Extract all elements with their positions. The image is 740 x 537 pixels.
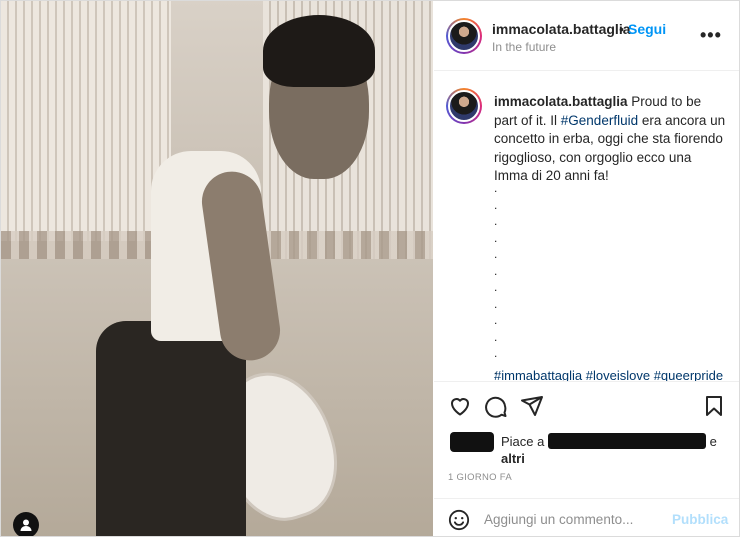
likes-line: Piace a e: [501, 433, 717, 451]
paper-plane-icon[interactable]: [520, 394, 544, 418]
caption-dot: .: [494, 181, 498, 195]
likes-others[interactable]: altri: [501, 450, 525, 468]
bookmark-icon[interactable]: [702, 394, 726, 418]
more-options-icon[interactable]: •••: [700, 25, 722, 46]
smiley-icon[interactable]: [448, 509, 470, 531]
action-bar: [434, 381, 739, 427]
header-separator: •: [619, 21, 624, 37]
photo-person-hair: [263, 15, 375, 87]
likes-prefix: Piace a: [501, 434, 545, 449]
caption-dot: .: [494, 280, 498, 294]
likes-suffix: e: [709, 434, 717, 449]
post-side-panel: immacolata.battaglia • Segui In the futu…: [434, 1, 739, 536]
tagged-user-icon[interactable]: [13, 512, 39, 536]
caption-avatar[interactable]: [446, 88, 482, 124]
caption-dot: .: [494, 230, 498, 245]
caption-dot: .: [494, 329, 498, 344]
publish-button[interactable]: Pubblica: [672, 512, 728, 527]
photo-window-blinds: [1, 1, 171, 241]
caption-text: immacolata.battaglia Proud to be part of…: [494, 93, 726, 186]
caption-dot: .: [494, 346, 498, 360]
caption-tags[interactable]: #immabattaglia #loveislove #queerpride: [494, 368, 723, 381]
caption-dots: . . . . . . . . . . . .: [494, 180, 497, 378]
caption-dot: .: [494, 313, 498, 327]
caption-area: immacolata.battaglia Proud to be part of…: [434, 72, 739, 381]
caption-dot: .: [494, 214, 498, 228]
caption-hashtag[interactable]: #Genderfluid: [561, 113, 638, 128]
comment-icon[interactable]: [484, 394, 508, 418]
follow-button[interactable]: Segui: [628, 21, 666, 37]
caption-username[interactable]: immacolata.battaglia: [494, 94, 628, 109]
comment-bar: Pubblica: [434, 498, 739, 536]
caption-dot: .: [494, 197, 498, 212]
caption-dot: .: [494, 296, 498, 311]
post-header: immacolata.battaglia • Segui In the futu…: [434, 1, 739, 71]
heart-icon[interactable]: [448, 394, 472, 418]
avatar[interactable]: [446, 18, 482, 54]
redacted-avatar: [450, 432, 494, 452]
photo-person-jeans: [96, 321, 246, 536]
post-photo[interactable]: [1, 1, 433, 536]
comment-input[interactable]: [484, 508, 664, 530]
post-location[interactable]: In the future: [492, 40, 556, 54]
header-username[interactable]: immacolata.battaglia: [492, 21, 631, 37]
post-timestamp[interactable]: 1 GIORNO FA: [448, 472, 512, 483]
caption-dot: .: [494, 247, 498, 261]
caption-dot: .: [494, 263, 498, 278]
redacted-username: [548, 433, 706, 449]
